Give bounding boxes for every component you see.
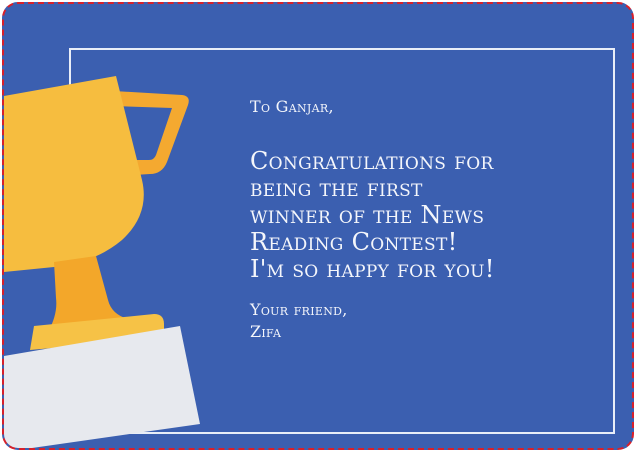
signature-text: Zifa xyxy=(250,322,282,341)
congratulations-text: Congratulations for being the first winn… xyxy=(250,147,495,283)
greeting-text: To Ganjar, xyxy=(250,97,334,116)
card-message: To Ganjar, Congratulations for being the… xyxy=(250,96,590,343)
closing-text: Your friend, xyxy=(250,300,348,319)
greeting-card: To Ganjar, Congratulations for being the… xyxy=(2,2,634,450)
trophy-cup xyxy=(4,76,144,272)
